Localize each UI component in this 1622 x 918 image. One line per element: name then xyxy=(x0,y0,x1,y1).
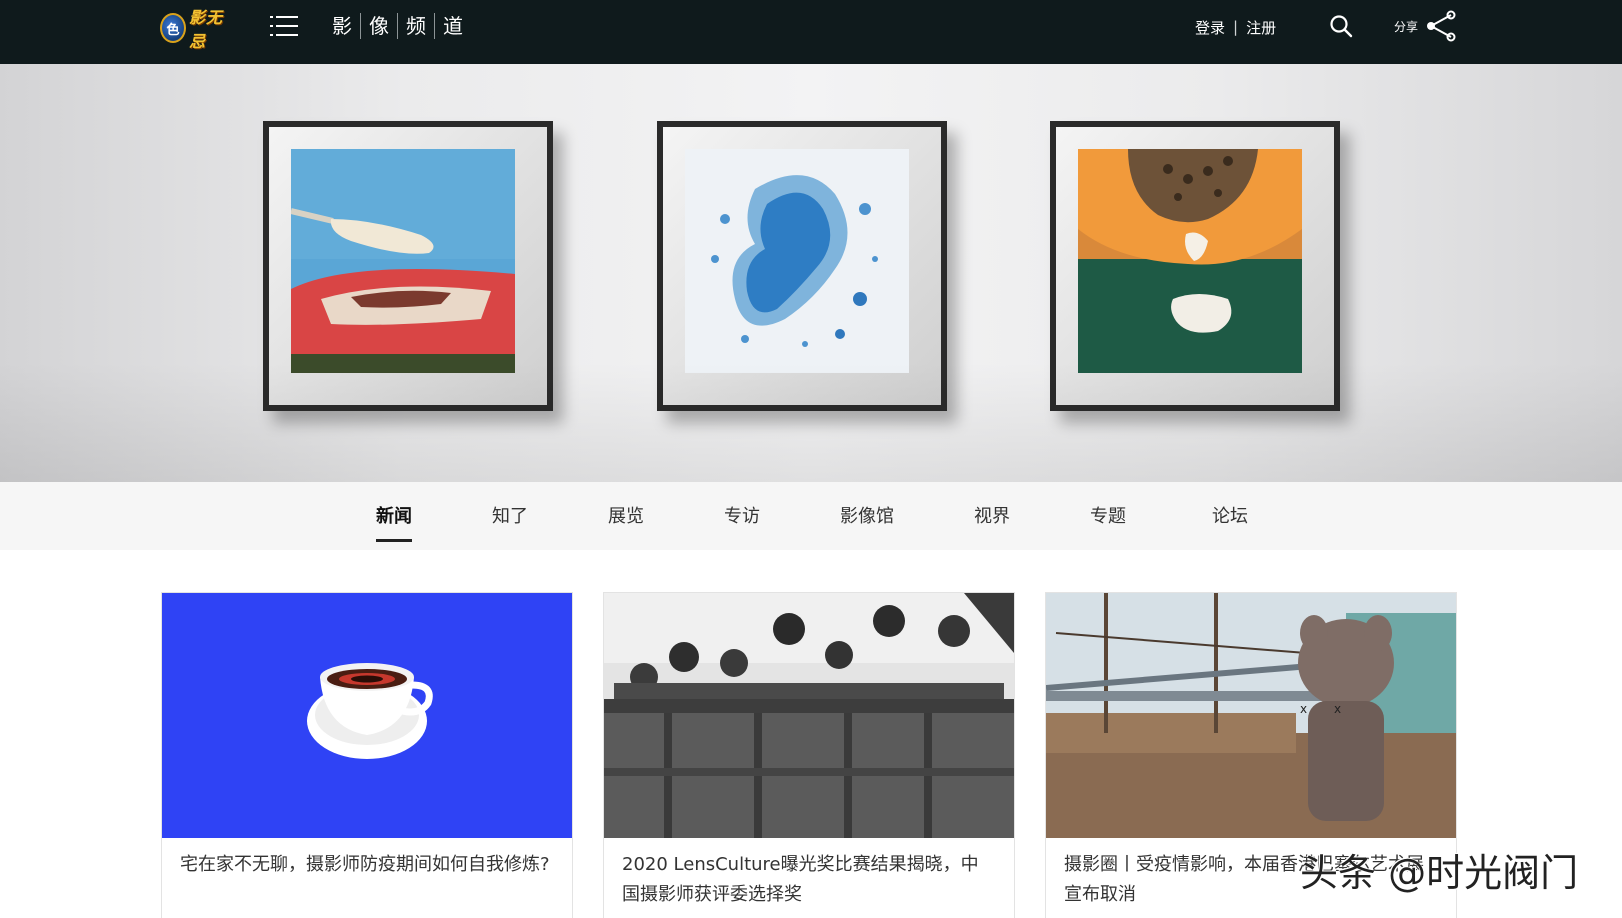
channel-title: 影 像 频 道 xyxy=(332,12,471,40)
logo-text: 影无忌 xyxy=(188,8,223,51)
menu-icon[interactable] xyxy=(270,14,298,38)
hero-carousel[interactable] xyxy=(0,64,1622,482)
svg-text:x: x xyxy=(1300,702,1307,716)
tab-image-gallery[interactable]: 影像馆 xyxy=(840,502,894,528)
login-link[interactable]: 登录 xyxy=(1195,17,1225,38)
auth-links: 登录 | 注册 xyxy=(1195,16,1276,38)
tab-zhile[interactable]: 知了 xyxy=(492,502,528,528)
share-icon xyxy=(1427,10,1456,42)
search-icon[interactable] xyxy=(1329,14,1353,38)
site-logo[interactable]: 色 影无忌 xyxy=(160,8,232,51)
tab-exhibitions[interactable]: 展览 xyxy=(608,502,644,528)
auth-separator: | xyxy=(1233,18,1239,36)
frame-mat xyxy=(1056,127,1334,405)
carousel-frame[interactable] xyxy=(263,121,553,411)
frame-mat xyxy=(663,127,941,405)
carousel-frame[interactable] xyxy=(1050,121,1340,411)
svg-text:x: x xyxy=(1334,702,1341,716)
article-thumbnail-migrants[interactable] xyxy=(604,593,1014,838)
article-card[interactable]: 2020 LensCulture曝光奖比赛结果揭晓，中国摄影师获评委选择奖 xyxy=(603,592,1015,918)
tab-news[interactable]: 新闻 xyxy=(376,502,412,542)
top-navigation-bar: 色 影无忌 影 像 频 道 登录 | 注册 分享 xyxy=(0,0,1622,64)
category-tab-bar: 新闻 知了 展览 专访 影像馆 视界 专题 论坛 xyxy=(0,482,1622,550)
artwork-ice-cream-watermelon xyxy=(291,149,525,383)
channel-title-char: 频 xyxy=(397,13,434,39)
article-title[interactable]: 2020 LensCulture曝光奖比赛结果揭晓，中国摄影师获评委选择奖 xyxy=(604,838,1014,910)
frame-mat xyxy=(269,127,547,405)
artwork-blue-foam xyxy=(685,149,919,383)
artwork-papaya xyxy=(1078,149,1312,383)
register-link[interactable]: 注册 xyxy=(1246,17,1276,38)
article-thumbnail-kaws-ship[interactable]: x x xyxy=(1046,593,1456,838)
tab-forum[interactable]: 论坛 xyxy=(1212,502,1248,528)
tab-vision[interactable]: 视界 xyxy=(974,502,1010,528)
channel-title-char: 像 xyxy=(360,13,397,39)
logo-mark: 色 xyxy=(160,13,186,43)
article-title[interactable]: 宅在家不无聊，摄影师防疫期间如何自我修炼? xyxy=(162,838,572,880)
share-button[interactable]: 分享 xyxy=(1394,10,1458,42)
share-label: 分享 xyxy=(1394,19,1419,34)
source-watermark: 头条 @时光阀门 xyxy=(1300,851,1579,895)
channel-title-char: 道 xyxy=(434,13,471,39)
channel-title-char: 影 xyxy=(332,14,352,38)
tab-topics[interactable]: 专题 xyxy=(1090,502,1126,528)
tab-interviews[interactable]: 专访 xyxy=(724,502,760,528)
article-card[interactable]: 宅在家不无聊，摄影师防疫期间如何自我修炼? xyxy=(161,592,573,918)
article-thumbnail-coffee[interactable] xyxy=(162,593,572,838)
carousel-frame[interactable] xyxy=(657,121,947,411)
